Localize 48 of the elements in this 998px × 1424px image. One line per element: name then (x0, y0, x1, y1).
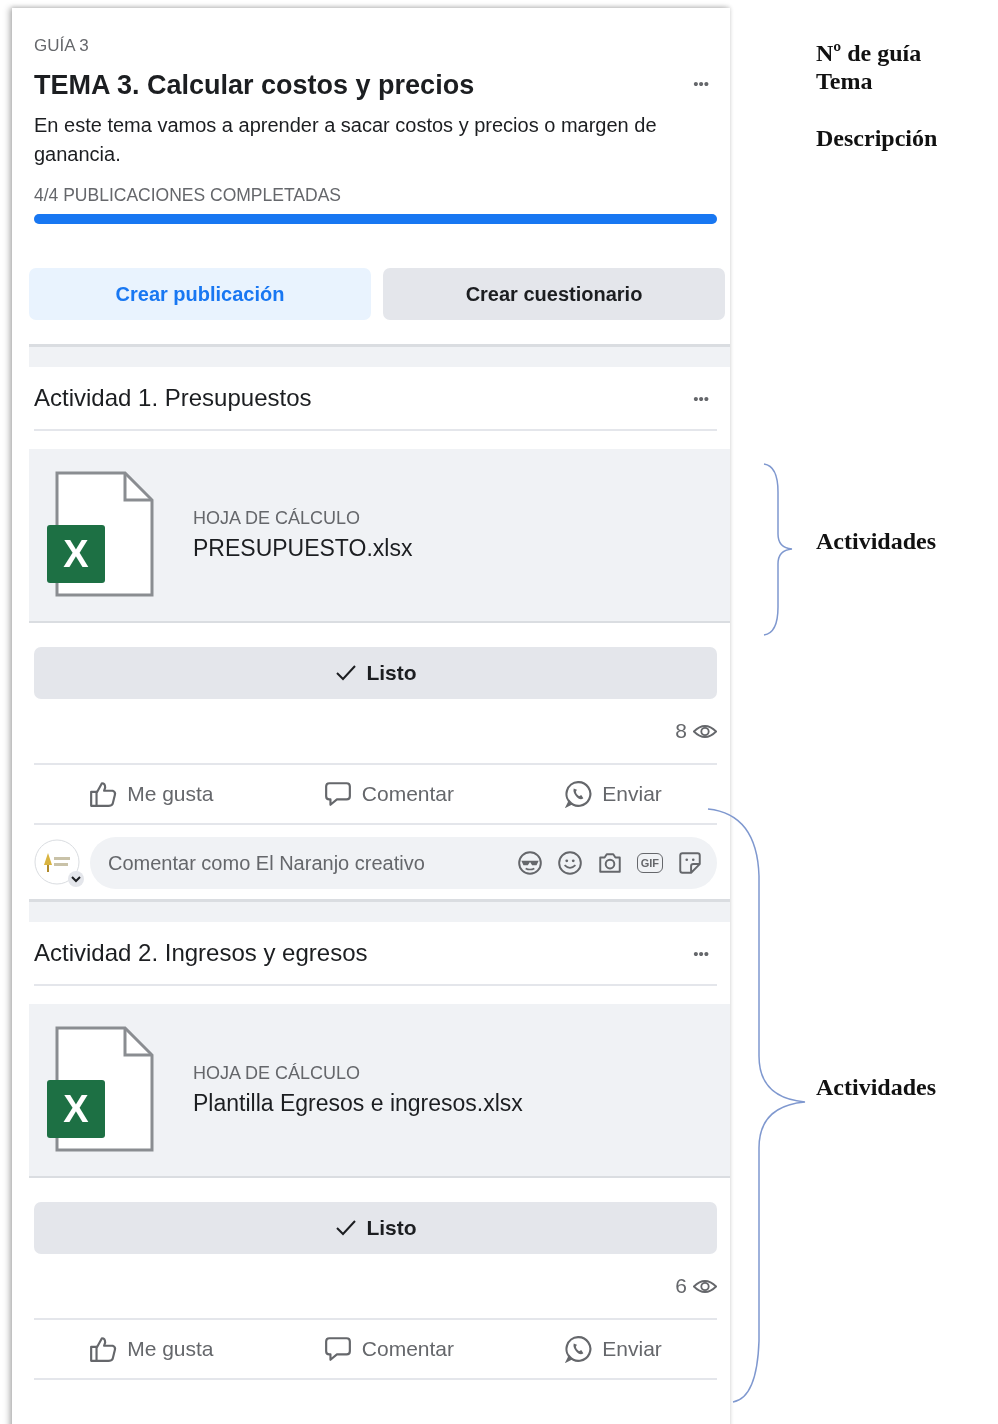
activity-title: Actividad 2. Ingresos y egresos (34, 939, 368, 967)
comment-button[interactable]: Comentar (313, 774, 464, 814)
file-type-label: HOJA DE CÁLCULO (193, 1063, 362, 1084)
more-button[interactable]: ••• (685, 71, 717, 96)
done-button[interactable]: Listo (34, 1202, 717, 1254)
eye-icon (693, 722, 717, 740)
activity-title: Actividad 1. Presupuestos (34, 384, 312, 412)
camera-icon[interactable] (596, 850, 623, 876)
more-button[interactable]: ••• (685, 385, 717, 411)
more-button[interactable]: ••• (685, 940, 717, 966)
like-button[interactable]: Me gusta (79, 1329, 224, 1369)
file-name: PRESUPUESTO.xlsx (193, 535, 413, 562)
create-quiz-button[interactable]: Crear cuestionario (383, 268, 725, 320)
gif-button[interactable]: GIF (636, 853, 663, 873)
send-button[interactable]: Enviar (554, 1329, 672, 1369)
file-type-label: HOJA DE CÁLCULO (193, 508, 362, 529)
chevron-down-icon[interactable] (68, 871, 84, 887)
sticker-icon[interactable] (677, 850, 703, 876)
cool-face-icon[interactable] (516, 850, 543, 876)
send-button[interactable]: Enviar (554, 774, 672, 814)
thumbs-up-icon (89, 780, 118, 808)
speech-bubble-icon (323, 1335, 352, 1363)
comment-field[interactable]: Comentar como El Naranjo creativo GIF (90, 837, 717, 889)
create-post-button[interactable]: Crear publicación (29, 268, 371, 320)
topic-title: TEMA 3. Calcular costos y precios (34, 70, 475, 101)
view-count: 8 (675, 719, 687, 743)
file-attachment-card[interactable]: X HOJA DE CÁLCULO Plantilla Egresos e ingresos.xlsx (29, 1004, 730, 1178)
brace-label: Actividades (816, 528, 936, 555)
annotation-label: Tema (816, 68, 873, 95)
file-name: Plantilla Egresos e ingresos.xlsx (193, 1090, 523, 1117)
brace-label: Actividades (816, 1074, 936, 1101)
topic-description: En este tema vamos a aprender a sacar costos y precios o margen de ganancia. (34, 113, 658, 167)
comment-button[interactable]: Comentar (313, 1329, 464, 1369)
file-attachment-card[interactable]: X HOJA DE CÁLCULO PRESUPUESTO.xlsx (29, 449, 730, 623)
eye-icon (693, 1277, 717, 1295)
guide-number: GUÍA 3 (34, 36, 90, 56)
speech-bubble-icon (323, 780, 352, 808)
done-button[interactable]: Listo (34, 647, 717, 699)
thumbs-up-icon (89, 1335, 118, 1363)
annotation-label: Descripción (816, 125, 938, 152)
annotation-label: Nº de guía (816, 40, 922, 67)
avatar (34, 839, 80, 885)
phone-bubble-icon (564, 1335, 593, 1363)
phone-bubble-icon (564, 780, 593, 808)
like-button[interactable]: Me gusta (79, 774, 224, 814)
view-count: 6 (675, 1274, 687, 1298)
smiley-icon[interactable] (556, 850, 583, 876)
progress-label: 4/4 PUBLICACIONES COMPLETADAS (34, 185, 342, 206)
